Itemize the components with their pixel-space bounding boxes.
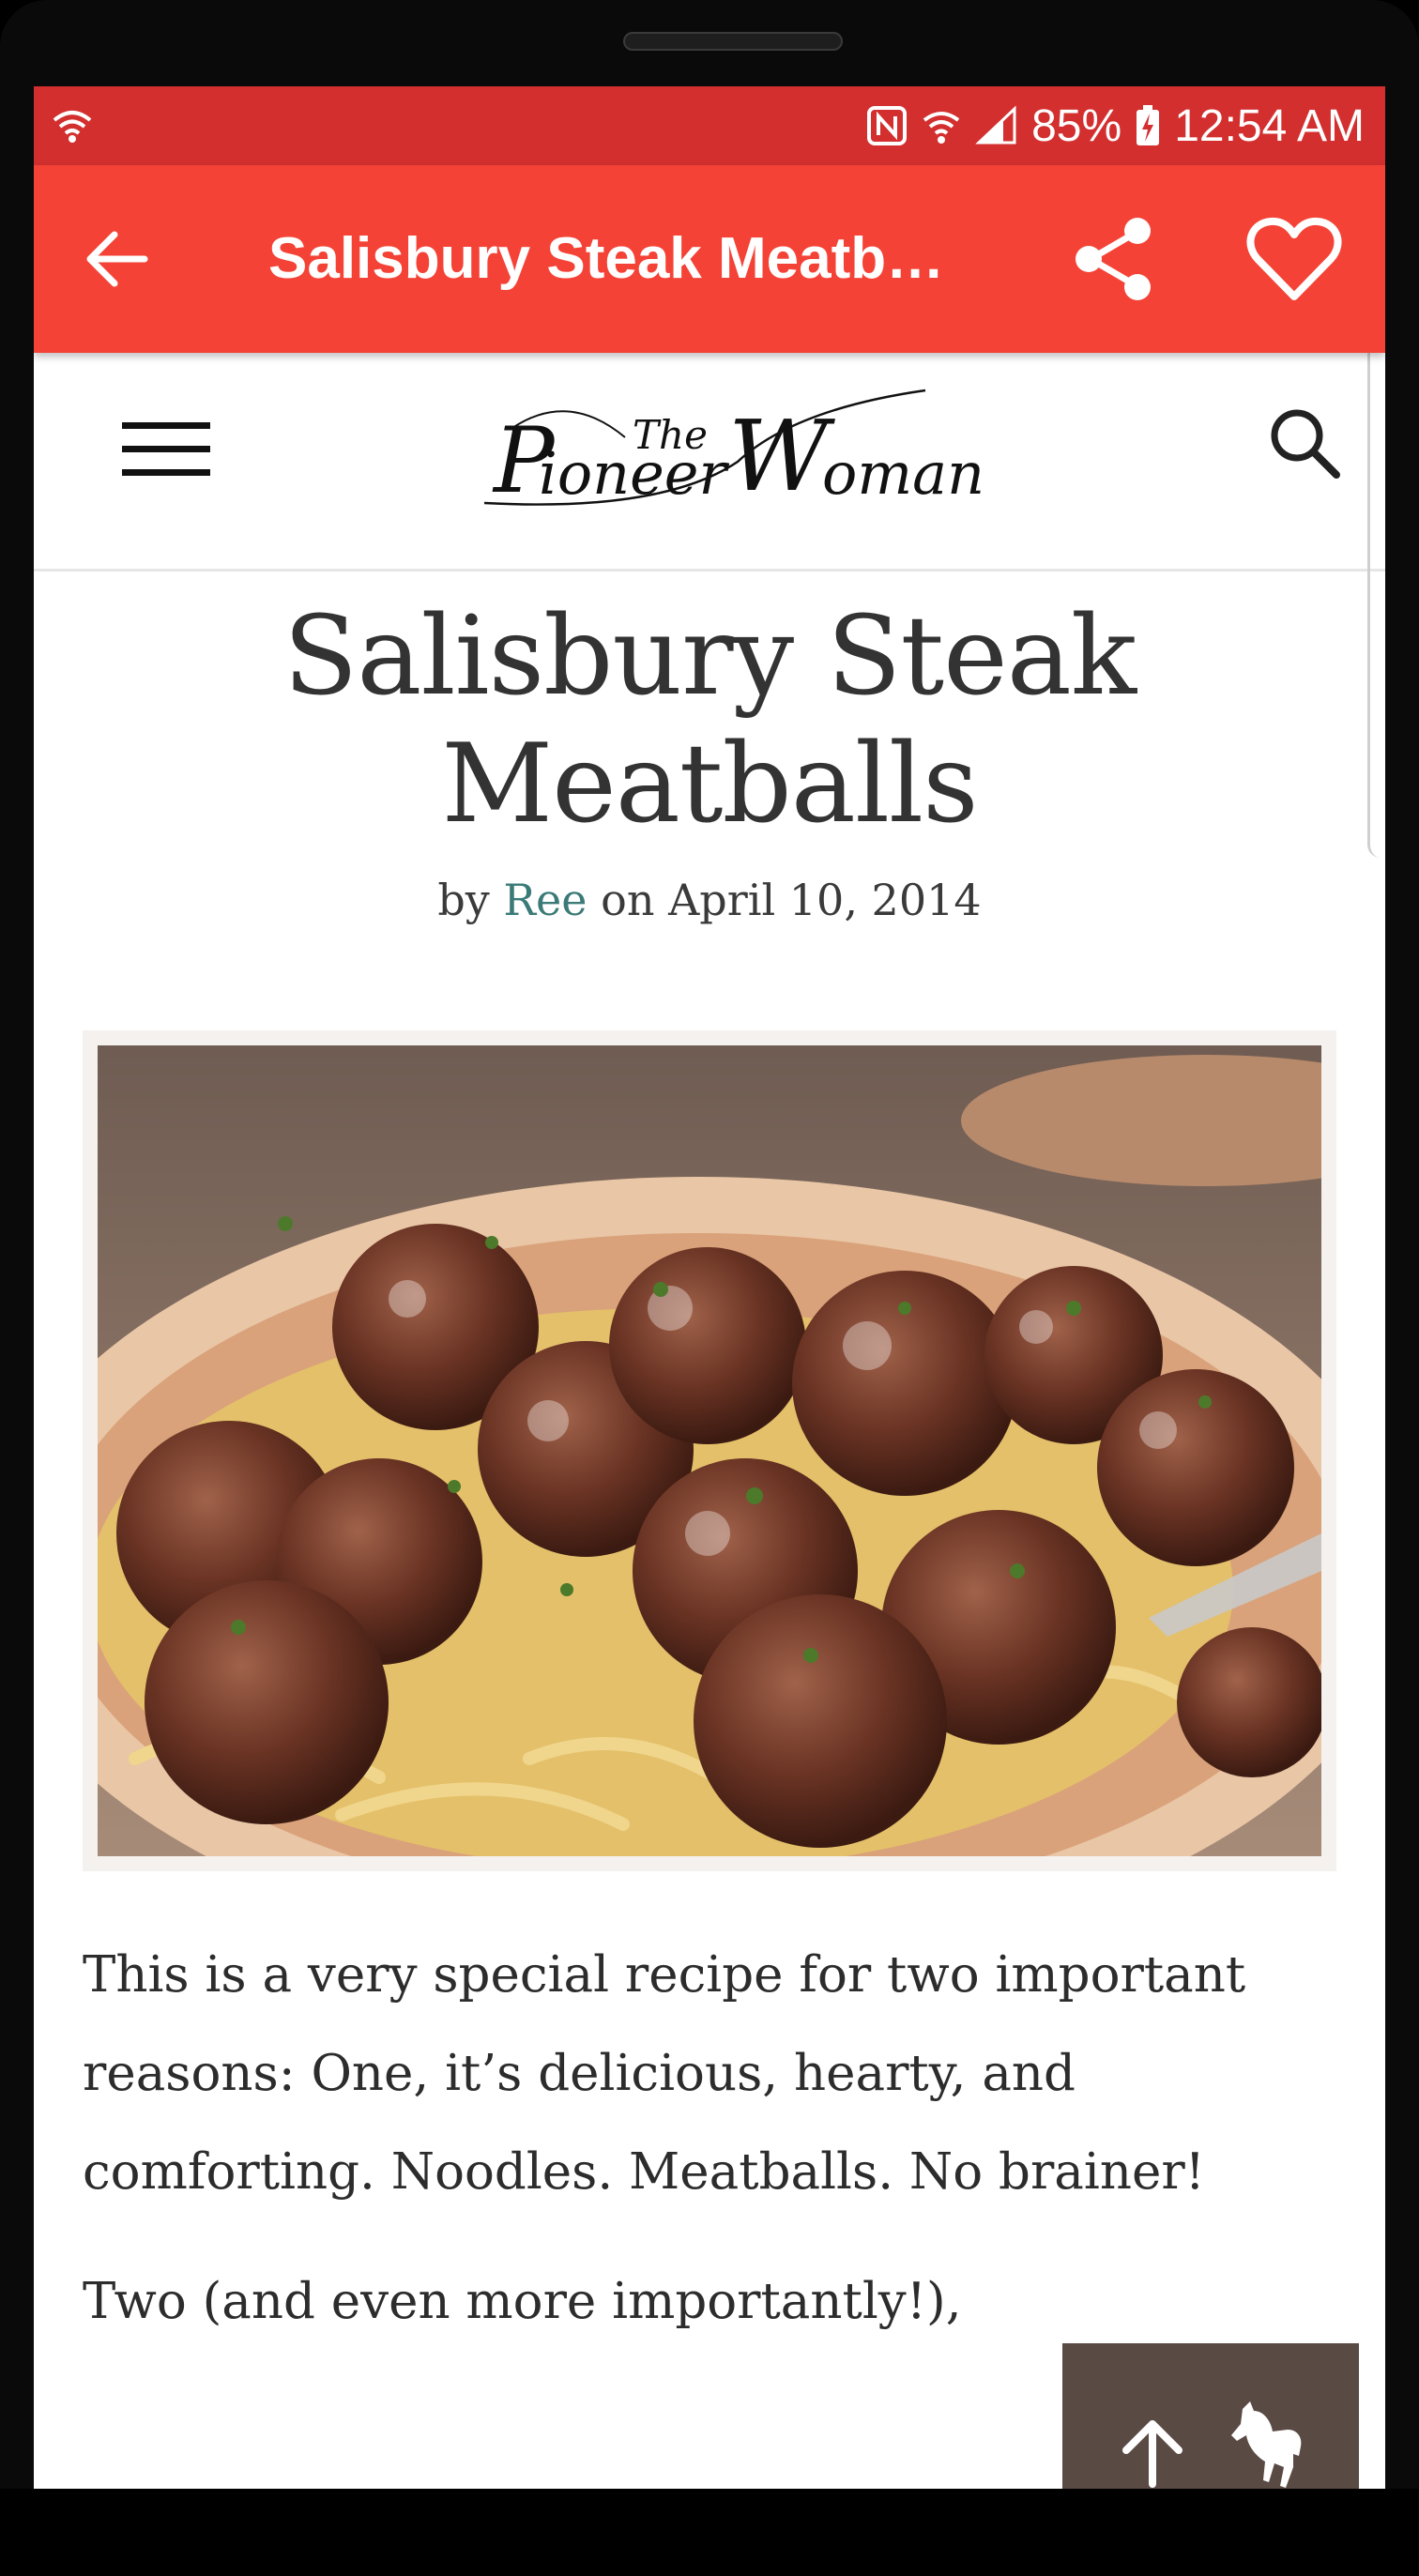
article-paragraph-1: This is a very special recipe for two im… [83, 1946, 1246, 2201]
battery-percent: 85% [1031, 100, 1122, 151]
svg-text:oman: oman [822, 439, 984, 508]
recipe-photo-frame [83, 1030, 1336, 1871]
horse-icon [1231, 2401, 1302, 2488]
battery-charging-icon [1137, 105, 1160, 145]
app-bar: Salisbury Steak Meatb… [34, 165, 1385, 353]
wifi-icon [923, 112, 960, 144]
clock: 12:54 AM [1174, 100, 1365, 151]
pioneer-woman-logo[interactable]: P ioneer The W oman [456, 372, 1019, 531]
site-header: P ioneer The W oman [34, 353, 1385, 572]
bottom-bezel [0, 2489, 1419, 2576]
search-icon[interactable] [1263, 402, 1348, 486]
byline-prefix: by [437, 875, 490, 925]
byline: by Ree on April 10, 2014 [34, 875, 1385, 925]
arrow-up-icon [1122, 2420, 1182, 2488]
wifi-calling-icon [53, 111, 92, 143]
article-paragraph-2: Two (and even more importantly!), [83, 2273, 962, 2330]
app-bar-title: Salisbury Steak Meatb… [268, 226, 945, 291]
author-link[interactable]: Ree [503, 875, 587, 925]
share-icon[interactable] [1066, 212, 1160, 306]
status-bar: 85% 12:54 AM [34, 86, 1385, 165]
phone-frame: 85% 12:54 AM Salisbury Steak Meatb… P io… [0, 0, 1419, 2576]
back-arrow-icon[interactable] [79, 221, 154, 297]
screen: 85% 12:54 AM Salisbury Steak Meatb… P io… [34, 86, 1385, 2489]
heart-icon[interactable] [1243, 208, 1346, 312]
signal-icon [975, 105, 1016, 145]
earpiece-speaker [623, 32, 843, 51]
svg-text:The: The [633, 412, 708, 458]
hamburger-menu-icon[interactable] [122, 417, 210, 482]
recipe-photo[interactable] [98, 1045, 1321, 1856]
scroll-to-top-button[interactable] [1062, 2343, 1359, 2489]
article-title: Salisbury Steak Meatballs [282, 593, 1137, 847]
nfc-icon [867, 106, 908, 145]
scroll-edge-indicator [1367, 332, 1385, 858]
byline-date: on April 10, 2014 [601, 875, 982, 925]
